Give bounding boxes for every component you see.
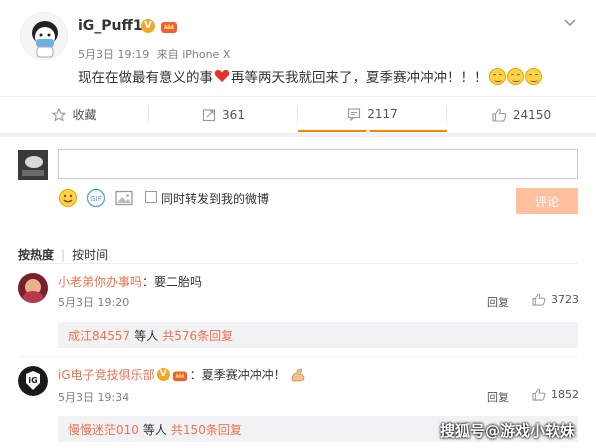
comment-like-button[interactable]: 3723 (532, 293, 579, 306)
reply-button[interactable]: 回复 (487, 389, 509, 405)
commenter-avatar[interactable]: iG (18, 366, 48, 396)
comment-text: ：夏季赛冲冲冲！ (189, 368, 286, 382)
member-crown-icon (172, 371, 187, 381)
repost-button[interactable]: 361 (149, 97, 298, 132)
smile-emoji-icon (488, 67, 506, 85)
reply-button[interactable]: 回复 (487, 294, 509, 310)
post-text-part2: 再等两天我就回来了，夏季赛冲冲冲！！！ (231, 70, 488, 86)
comment-time: 5月3日 19:34 (58, 391, 130, 404)
sub-replies-box: 成江84557 等人 共576条回复 (58, 322, 578, 348)
sub-reply-link[interactable]: 共576条回复 (162, 327, 233, 344)
sub-reply-user[interactable]: 慢慢迷茫010 (68, 421, 139, 438)
post-meta: 5月3日 19:19 来自 iPhone X (78, 46, 234, 62)
comment-icon (348, 107, 361, 121)
like-icon (532, 388, 546, 401)
sub-reply-user[interactable]: 成江84557 (68, 327, 130, 344)
post-text-part1: 现在在做最有意义的事 (78, 70, 213, 86)
verified-badge-icon: V (141, 19, 155, 33)
divider (18, 263, 578, 264)
sort-by-time-tab[interactable]: 按时间 (72, 246, 108, 263)
post-date[interactable]: 5月3日 19:19 (78, 48, 149, 61)
favorite-button[interactable]: 收藏 (0, 97, 149, 132)
submit-comment-button[interactable]: 评论 (516, 188, 578, 214)
comment-like-button[interactable]: 1852 (532, 388, 579, 401)
poster-username[interactable]: iG_Puff1 (78, 18, 143, 34)
chevron-down-icon[interactable] (563, 16, 577, 30)
image-icon[interactable] (114, 188, 134, 208)
sub-reply-link[interactable]: 共150条回复 (171, 421, 242, 438)
poster-avatar[interactable] (20, 12, 68, 60)
post-action-bar: 收藏 361 2117 24150 (0, 96, 596, 132)
commenter-username[interactable]: 小老弟你办事吗 (58, 273, 142, 290)
verified-badge-icon: V (156, 368, 170, 381)
current-user-avatar (18, 150, 48, 180)
star-icon (52, 107, 67, 122)
watermark: 搜狐号@游戏小软妹 (440, 422, 576, 440)
sort-bar: 按热度 | 按时间 (18, 246, 108, 263)
gif-icon[interactable]: GIF (86, 188, 106, 208)
forward-checkbox[interactable] (145, 191, 157, 203)
emoji-icon[interactable] (58, 188, 78, 208)
sort-divider: | (61, 247, 66, 262)
svg-text:GIF: GIF (90, 195, 102, 203)
comment-line: 小老弟你办事吗 ：要二胎吗 (58, 273, 202, 290)
smile-emoji-icon (506, 67, 524, 85)
post-text: 现在在做最有意义的事 再等两天我就回来了，夏季赛冲冲冲！！！ (78, 66, 542, 86)
heart-emoji-icon (214, 69, 230, 82)
comment-line: iG电子竞技俱乐部 V ：夏季赛冲冲冲！ (58, 366, 306, 383)
like-icon (492, 108, 507, 122)
sort-by-hot-tab[interactable]: 按热度 (18, 246, 54, 263)
commenter-username[interactable]: iG电子竞技俱乐部 (58, 366, 155, 383)
member-crown-icon (161, 22, 177, 33)
divider (18, 356, 578, 357)
comment-button[interactable]: 2117 (298, 97, 447, 132)
sub-reply-text: 等人 (142, 422, 167, 437)
comment-input[interactable] (58, 149, 578, 179)
post-source: 来自 iPhone X (156, 48, 231, 61)
like-icon (532, 293, 546, 306)
commenter-avatar[interactable] (18, 273, 48, 303)
like-button[interactable]: 24150 (447, 97, 596, 132)
smile-emoji-icon (524, 67, 542, 85)
comment-time: 5月3日 19:20 (58, 296, 130, 309)
svg-text:iG: iG (28, 376, 37, 385)
share-icon (202, 108, 216, 121)
forward-label[interactable]: 同时转发到我的微博 (161, 190, 269, 207)
muscle-emoji-icon (291, 368, 305, 381)
sub-reply-text: 等人 (134, 328, 159, 343)
comment-text: ：要二胎吗 (142, 275, 203, 289)
